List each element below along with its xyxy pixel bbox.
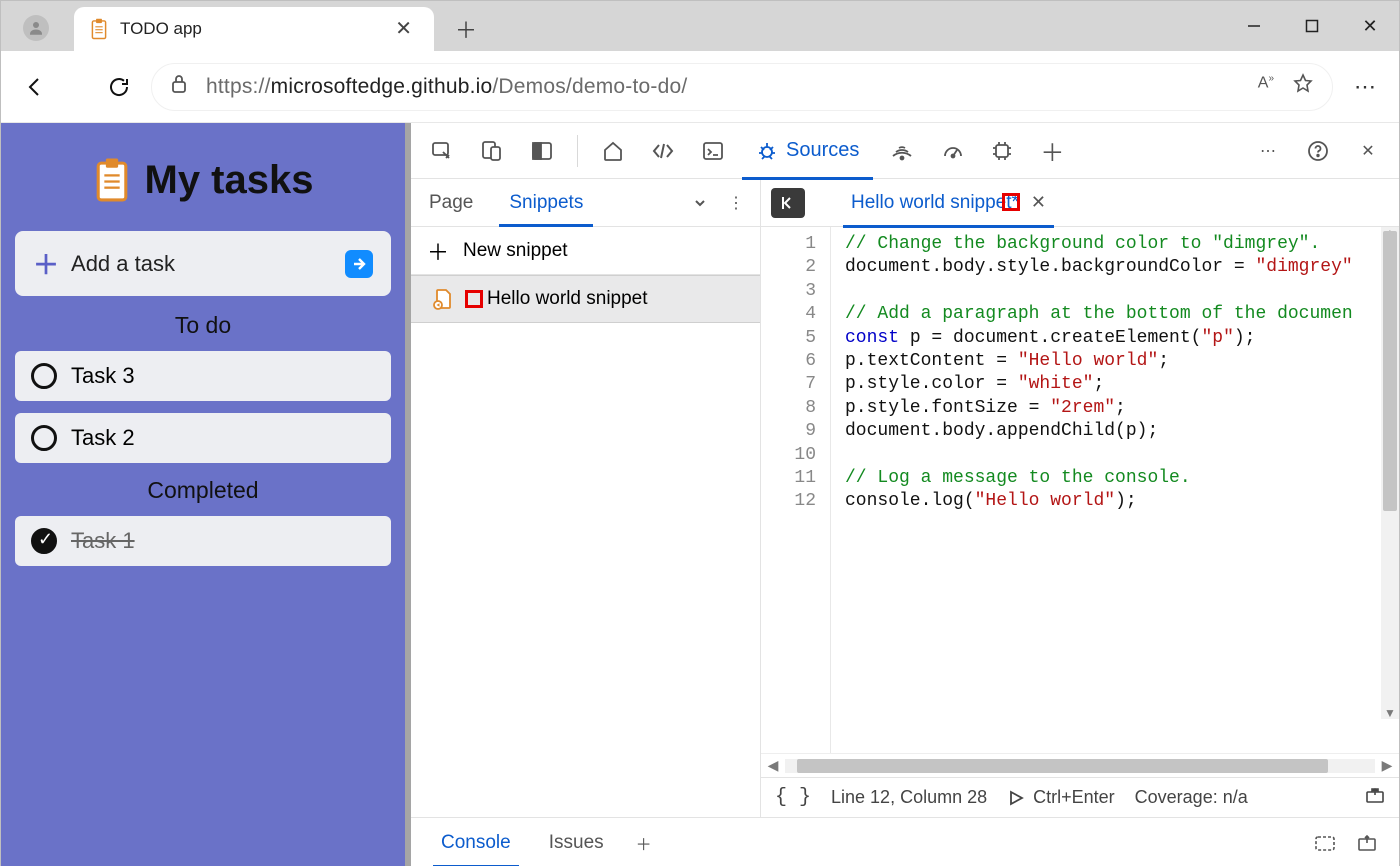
read-aloud-icon[interactable]: A» (1258, 73, 1274, 100)
task-item-completed[interactable]: Task 1 (15, 516, 391, 566)
lock-icon (170, 74, 188, 99)
plus-icon: ＋ (427, 235, 449, 267)
close-tab-icon[interactable]: ✕ (1031, 192, 1046, 213)
profile-button[interactable] (23, 15, 49, 41)
add-task-label: Add a task (71, 251, 175, 277)
circle-icon[interactable] (31, 425, 57, 451)
tab-title: TODO app (120, 19, 379, 39)
refresh-button[interactable] (97, 65, 141, 109)
page-content: My tasks ＋ Add a task To do Task 3 Task 2… (1, 123, 405, 866)
nav-kebab-icon[interactable]: ⋮ (718, 185, 754, 221)
drawer-expand-icon[interactable] (1349, 825, 1385, 861)
tab-close-icon[interactable]: ✕ (391, 15, 416, 43)
vertical-scrollbar[interactable]: ▲▼ (1381, 227, 1399, 719)
completed-heading: Completed (15, 477, 391, 504)
browser-menu-button[interactable]: ⋯ (1343, 74, 1387, 100)
task-label: Task 2 (71, 425, 135, 451)
help-icon[interactable] (1297, 130, 1339, 172)
close-devtools-icon[interactable]: ✕ (1347, 130, 1389, 172)
check-circle-icon[interactable] (31, 528, 57, 554)
new-snippet-label: New snippet (463, 240, 568, 262)
performance-tab-icon[interactable] (931, 130, 973, 172)
editor-tab[interactable]: Hello world snippet* ✕ (837, 179, 1060, 227)
bug-icon (756, 140, 778, 162)
dock-side-icon[interactable] (521, 130, 563, 172)
more-tabs-button[interactable]: ＋ (1031, 130, 1073, 172)
circle-icon[interactable] (31, 363, 57, 389)
device-toggle-icon[interactable] (471, 130, 513, 172)
horizontal-scrollbar[interactable]: ◀▶ (761, 753, 1399, 777)
collapse-navigator-button[interactable] (771, 188, 805, 218)
task-label: Task 1 (71, 528, 135, 554)
code-editor-pane: Hello world snippet* ✕ 123456789101112 /… (761, 179, 1399, 817)
code-editor[interactable]: 123456789101112 // Change the background… (761, 227, 1399, 753)
browser-titlebar: TODO app ✕ ＋ ✕ (1, 1, 1399, 51)
save-icon[interactable] (1365, 786, 1385, 809)
devtools-more-icon[interactable]: ⋯ (1247, 130, 1289, 172)
cursor-position: Line 12, Column 28 (831, 787, 987, 808)
elements-tab-icon[interactable] (642, 130, 684, 172)
nav-more-tabs-icon[interactable] (682, 185, 718, 221)
back-button[interactable] (13, 65, 57, 109)
window-controls: ✕ (1225, 1, 1399, 51)
nav-tab-page[interactable]: Page (411, 179, 491, 227)
address-bar[interactable]: https://microsoftedge.github.io/Demos/de… (151, 63, 1333, 111)
snippet-file-icon (431, 287, 455, 311)
clipboard-icon (90, 18, 108, 40)
network-tab-icon[interactable] (881, 130, 923, 172)
devtools-drawer: Console Issues ＋ (411, 817, 1399, 866)
plus-icon: ＋ (33, 245, 59, 282)
page-title: My tasks (145, 158, 314, 203)
console-tab-icon[interactable] (692, 130, 734, 172)
nav-tab-snippets[interactable]: Snippets (491, 179, 601, 227)
close-window-button[interactable]: ✕ (1341, 1, 1399, 51)
devtools-panel: Sources ＋ ⋯ ✕ Page Snippets ⋮ ＋ (405, 123, 1399, 866)
new-snippet-button[interactable]: ＋ New snippet (411, 227, 760, 275)
editor-statusbar: { } Line 12, Column 28 Ctrl+Enter Covera… (761, 777, 1399, 817)
pretty-print-icon[interactable]: { } (775, 786, 811, 809)
task-item[interactable]: Task 3 (15, 351, 391, 401)
coverage-status: Coverage: n/a (1135, 787, 1248, 808)
browser-tab[interactable]: TODO app ✕ (74, 7, 434, 51)
submit-task-button[interactable] (345, 250, 373, 278)
todo-heading: To do (15, 312, 391, 339)
code-content[interactable]: // Change the background color to "dimgr… (831, 227, 1399, 753)
highlight-marker-icon (1002, 193, 1020, 211)
welcome-tab-icon[interactable] (592, 130, 634, 172)
task-label: Task 3 (71, 363, 135, 389)
browser-toolbar: https://microsoftedge.github.io/Demos/de… (1, 51, 1399, 123)
new-tab-button[interactable]: ＋ (448, 11, 484, 47)
sources-navigator: Page Snippets ⋮ ＋ New snippet Hello worl… (411, 179, 761, 817)
snippet-name: Hello world snippet (487, 288, 648, 310)
run-snippet-button[interactable]: Ctrl+Enter (1007, 787, 1115, 808)
sources-tab-label: Sources (786, 139, 859, 162)
maximize-button[interactable] (1283, 1, 1341, 51)
snippet-row[interactable]: Hello world snippet (411, 275, 760, 323)
highlight-marker-icon (465, 290, 483, 308)
drawer-tab-console[interactable]: Console (425, 818, 527, 866)
drawer-tab-issues[interactable]: Issues (533, 818, 620, 866)
drawer-add-tab-icon[interactable]: ＋ (626, 825, 662, 861)
drawer-errors-icon[interactable] (1307, 825, 1343, 861)
url-text: https://microsoftedge.github.io/Demos/de… (206, 75, 687, 99)
minimize-button[interactable] (1225, 1, 1283, 51)
devtools-tabstrip: Sources ＋ ⋯ ✕ (411, 123, 1399, 179)
memory-tab-icon[interactable] (981, 130, 1023, 172)
sources-tab[interactable]: Sources (742, 123, 873, 179)
line-gutter: 123456789101112 (761, 227, 831, 753)
task-item[interactable]: Task 2 (15, 413, 391, 463)
favorite-icon[interactable] (1292, 73, 1314, 100)
inspect-element-icon[interactable] (421, 130, 463, 172)
editor-tab-label: Hello world snippet* (851, 192, 1019, 214)
add-task-input[interactable]: ＋ Add a task (15, 231, 391, 296)
clipboard-icon (93, 157, 131, 203)
